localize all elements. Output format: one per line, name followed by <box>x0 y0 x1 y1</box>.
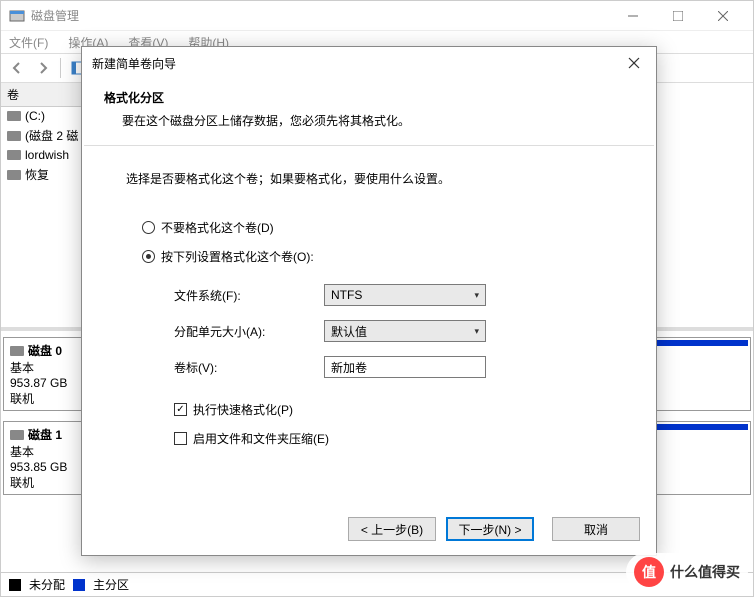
radio-format[interactable]: 按下列设置格式化这个卷(O): <box>122 242 616 271</box>
combo-value: 默认值 <box>331 323 367 340</box>
legend-label: 未分配 <box>29 576 65 593</box>
chevron-down-icon: ▾ <box>474 290 479 301</box>
volume-label: (C:) <box>25 109 45 123</box>
next-button[interactable]: 下一步(N) > <box>446 517 534 541</box>
window-controls <box>610 1 745 31</box>
close-button[interactable] <box>700 1 745 31</box>
radio-no-format[interactable]: 不要格式化这个卷(D) <box>122 213 616 242</box>
volume-icon <box>7 111 21 121</box>
volume-label: (磁盘 2 磁 <box>25 127 78 144</box>
wizard-body: 选择是否要格式化这个卷；如果要格式化，要使用什么设置。 不要格式化这个卷(D) … <box>82 146 656 503</box>
volume-label-label: 卷标(V): <box>174 359 324 376</box>
watermark: 值 什么值得买 <box>626 553 748 591</box>
legend-swatch-unallocated <box>9 579 21 591</box>
filesystem-label: 文件系统(F): <box>174 287 324 304</box>
toolbar-separator <box>60 58 61 78</box>
volume-label: 恢复 <box>25 166 49 183</box>
wizard-intro: 选择是否要格式化这个卷；如果要格式化，要使用什么设置。 <box>122 170 616 187</box>
filesystem-row: 文件系统(F): NTFS ▾ <box>122 277 616 313</box>
disk-name: 磁盘 0 <box>28 342 62 359</box>
allocation-label: 分配单元大小(A): <box>174 323 324 340</box>
checkbox-icon <box>174 403 187 416</box>
window-title: 磁盘管理 <box>31 7 610 24</box>
wizard-titlebar: 新建简单卷向导 <box>82 47 656 79</box>
back-button[interactable] <box>5 56 29 80</box>
input-value: 新加卷 <box>331 361 367 375</box>
filesystem-combo[interactable]: NTFS ▾ <box>324 284 486 306</box>
disk-name: 磁盘 1 <box>28 426 62 443</box>
checkbox-label: 启用文件和文件夹压缩(E) <box>193 430 329 447</box>
watermark-badge: 值 <box>634 557 664 587</box>
legend-swatch-primary <box>73 579 85 591</box>
wizard-footer: < 上一步(B) 下一步(N) > 取消 <box>82 503 656 555</box>
volume-label-row: 卷标(V): 新加卷 <box>122 349 616 385</box>
checkbox-label: 执行快速格式化(P) <box>193 401 293 418</box>
quick-format-checkbox[interactable]: 执行快速格式化(P) <box>122 395 616 424</box>
radio-icon <box>142 221 155 234</box>
compression-checkbox[interactable]: 启用文件和文件夹压缩(E) <box>122 424 616 453</box>
maximize-button[interactable] <box>655 1 700 31</box>
menu-file[interactable]: 文件(F) <box>5 32 52 53</box>
legend-label: 主分区 <box>93 576 129 593</box>
minimize-button[interactable] <box>610 1 655 31</box>
wizard-title: 新建简单卷向导 <box>92 55 622 72</box>
volume-icon <box>7 170 21 180</box>
radio-label: 按下列设置格式化这个卷(O): <box>161 248 314 265</box>
button-label: 下一步(N) > <box>458 521 521 538</box>
disk-icon <box>10 430 24 440</box>
new-simple-volume-wizard: 新建简单卷向导 格式化分区 要在这个磁盘分区上储存数据，您必须先将其格式化。 选… <box>81 46 657 556</box>
volume-label: lordwish <box>25 148 69 162</box>
volume-label-input[interactable]: 新加卷 <box>324 356 486 378</box>
close-icon[interactable] <box>622 51 646 75</box>
button-label: 取消 <box>584 521 608 538</box>
back-button[interactable]: < 上一步(B) <box>348 517 436 541</box>
radio-icon <box>142 250 155 263</box>
checkbox-icon <box>174 432 187 445</box>
forward-button[interactable] <box>31 56 55 80</box>
volume-icon <box>7 131 21 141</box>
disk-icon <box>10 346 24 356</box>
wizard-subheading: 要在这个磁盘分区上储存数据，您必须先将其格式化。 <box>104 112 634 129</box>
volume-icon <box>7 150 21 160</box>
chevron-down-icon: ▾ <box>474 326 479 337</box>
app-icon <box>9 8 25 24</box>
wizard-heading: 格式化分区 <box>104 89 634 106</box>
watermark-text: 什么值得买 <box>670 562 740 582</box>
cancel-button[interactable]: 取消 <box>552 517 640 541</box>
radio-label: 不要格式化这个卷(D) <box>161 219 274 236</box>
wizard-header: 格式化分区 要在这个磁盘分区上储存数据，您必须先将其格式化。 <box>82 79 656 145</box>
titlebar: 磁盘管理 <box>1 1 753 31</box>
allocation-combo[interactable]: 默认值 ▾ <box>324 320 486 342</box>
allocation-row: 分配单元大小(A): 默认值 ▾ <box>122 313 616 349</box>
combo-value: NTFS <box>331 288 362 302</box>
button-label: < 上一步(B) <box>361 521 423 538</box>
